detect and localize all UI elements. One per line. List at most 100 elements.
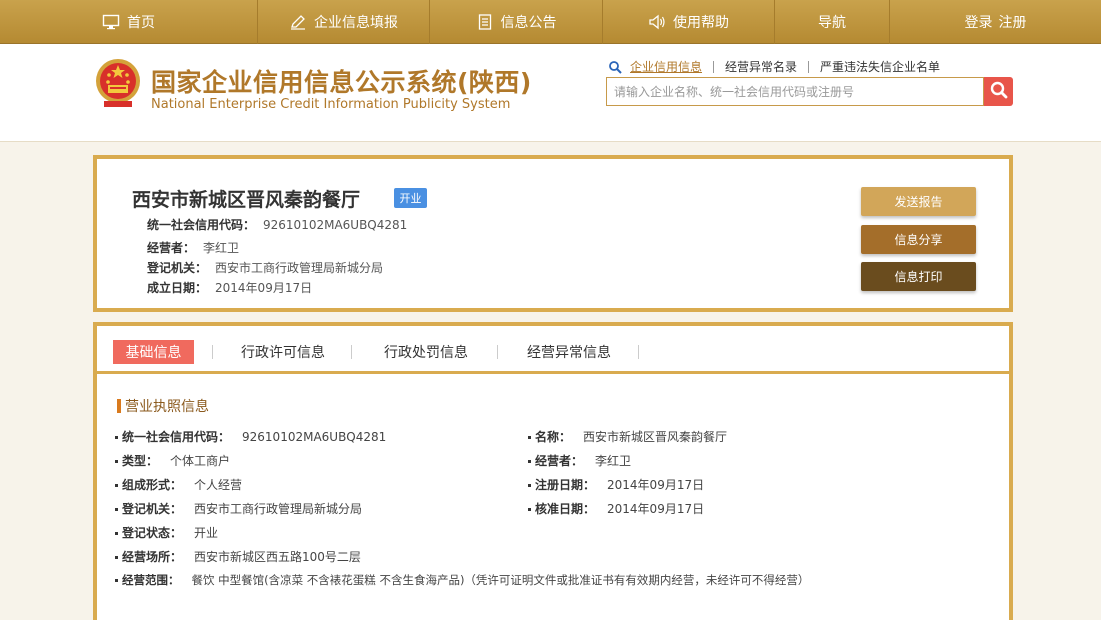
nav-item-home[interactable]: 首页	[0, 0, 258, 44]
field-label: 登记机关：	[122, 502, 183, 516]
enterprise-summary-card: 西安市新城区晋风秦韵餐厅 开业 统一社会信用代码： 92610102MA6UBQ4…	[93, 155, 1013, 312]
search-icon	[989, 80, 1009, 103]
tab-divider	[212, 345, 213, 359]
nav-item-label: 信息公告	[500, 15, 557, 31]
tab-divider	[638, 345, 639, 359]
site-subtitle: National Enterprise Credit Information P…	[151, 97, 511, 112]
enterprise-registration-authority: 登记机关： 西安市工商行政管理局新城分局	[147, 259, 383, 276]
field-value: 92610102MA6UBQ4281	[263, 218, 408, 232]
tab-basic-info[interactable]: 基础信息	[113, 340, 194, 364]
field-value: 西安市新城区晋风秦韵餐厅	[583, 430, 728, 444]
field-value: 西安市工商行政管理局新城分局	[194, 502, 363, 516]
login-link[interactable]: 登录	[965, 12, 993, 32]
bullet	[115, 579, 118, 582]
license-approval-date: 核准日期： 2014年09月17日	[528, 500, 704, 517]
section-marker	[117, 399, 121, 413]
document-icon	[476, 14, 494, 30]
license-type: 类型： 个体工商户	[115, 452, 230, 469]
tab-divider	[497, 345, 498, 359]
field-label: 登记机关：	[147, 261, 208, 275]
site-header: 国家企业信用信息公示系统(陕西) National Enterprise Cre…	[0, 44, 1101, 142]
field-label: 统一社会信用代码：	[122, 430, 231, 444]
field-label: 经营者：	[535, 454, 584, 468]
nav-item-help[interactable]: 使用帮助	[603, 0, 775, 44]
field-value: 2014年09月17日	[607, 478, 705, 492]
bullet	[115, 508, 118, 511]
field-label: 经营范围：	[122, 573, 180, 587]
print-info-button[interactable]: 信息打印	[861, 262, 976, 291]
search-button[interactable]	[984, 77, 1013, 106]
nav-login-area: 登录 注册	[890, 0, 1101, 44]
enterprise-established-date: 成立日期： 2014年09月17日	[147, 279, 312, 296]
tab-abnormal-operation[interactable]: 经营异常信息	[522, 340, 616, 364]
field-label: 类型：	[122, 454, 159, 468]
field-value: 2014年09月17日	[607, 502, 705, 516]
section-title-text: 营业执照信息	[125, 399, 209, 415]
license-registration-date: 注册日期： 2014年09月17日	[528, 476, 704, 493]
bullet	[528, 460, 531, 463]
nav-item-label: 首页	[127, 15, 155, 31]
field-label: 经营者：	[147, 241, 196, 255]
license-credit-code: 统一社会信用代码： 92610102MA6UBQ4281	[115, 428, 386, 445]
status-badge: 开业	[394, 188, 427, 208]
site-title: 国家企业信用信息公示系统(陕西)	[151, 68, 532, 97]
register-link[interactable]: 注册	[999, 12, 1027, 32]
bullet	[115, 484, 118, 487]
nav-item-label: 使用帮助	[673, 15, 729, 31]
monitor-icon	[102, 14, 120, 30]
nav-item-label: 企业信息填报	[314, 15, 398, 31]
field-value: 92610102MA6UBQ4281	[242, 430, 387, 444]
search-link-abnormal-list[interactable]: 经营异常名录	[714, 61, 810, 73]
field-label: 登记状态：	[122, 526, 183, 540]
field-label: 名称：	[535, 430, 572, 444]
top-nav: 首页 企业信息填报 信息公告 使用帮助 导航 登录 注册	[0, 0, 1101, 44]
search-icon	[608, 60, 622, 74]
pen-icon	[289, 14, 307, 30]
bullet	[528, 484, 531, 487]
speaker-icon	[648, 14, 666, 30]
enterprise-operator: 经营者： 李红卫	[147, 239, 239, 256]
field-value: 个人经营	[194, 478, 243, 492]
search-category-links: 企业信用信息 经营异常名录 严重违法失信企业名单	[608, 60, 951, 74]
enterprise-credit-code: 统一社会信用代码： 92610102MA6UBQ4281	[147, 216, 407, 233]
field-label: 经营场所：	[122, 550, 183, 564]
field-label: 组成形式：	[122, 478, 183, 492]
tab-divider	[351, 345, 352, 359]
field-label: 统一社会信用代码：	[147, 218, 256, 232]
field-label: 核准日期：	[535, 502, 596, 516]
search-link-credit-info[interactable]: 企业信用信息	[628, 61, 715, 73]
field-value: 餐饮 中型餐馆(含凉菜 不含裱花蛋糕 不含生食海产品)（凭许可证明文件或批准证书…	[191, 573, 810, 587]
field-value: 西安市新城区西五路100号二层	[194, 550, 361, 564]
national-emblem-icon	[93, 57, 143, 109]
field-value: 李红卫	[203, 241, 240, 255]
license-composition: 组成形式： 个人经营	[115, 476, 242, 493]
field-label: 注册日期：	[535, 478, 596, 492]
tab-admin-license[interactable]: 行政许可信息	[237, 340, 329, 364]
send-report-button[interactable]: 发送报告	[861, 187, 976, 216]
nav-item-label: 导航	[818, 15, 846, 31]
section-title: 营业执照信息	[117, 396, 209, 416]
license-business-scope: 经营范围： 餐饮 中型餐馆(含凉菜 不含裱花蛋糕 不含生食海产品)（凭许可证明文件…	[115, 572, 809, 588]
search-link-blacklist[interactable]: 严重违法失信企业名单	[809, 61, 951, 73]
detail-panel: 基础信息 行政许可信息 行政处罚信息 经营异常信息 营业执照信息 统一社会信用代…	[93, 322, 1013, 620]
search-input[interactable]	[607, 78, 983, 105]
bullet	[528, 436, 531, 439]
enterprise-name: 西安市新城区晋风秦韵餐厅	[132, 189, 361, 211]
license-operator: 经营者： 李红卫	[528, 452, 631, 469]
search-box	[606, 77, 984, 106]
nav-item-report[interactable]: 企业信息填报	[258, 0, 430, 44]
share-info-button[interactable]: 信息分享	[861, 225, 976, 254]
field-value: 李红卫	[595, 454, 632, 468]
nav-item-navigation[interactable]: 导航	[775, 0, 890, 44]
license-business-premises: 经营场所： 西安市新城区西五路100号二层	[115, 548, 361, 565]
bullet	[115, 436, 118, 439]
bullet	[115, 460, 118, 463]
nav-item-announcement[interactable]: 信息公告	[430, 0, 603, 44]
license-name: 名称： 西安市新城区晋风秦韵餐厅	[528, 428, 727, 445]
license-registration-authority: 登记机关： 西安市工商行政管理局新城分局	[115, 500, 362, 517]
field-value: 2014年09月17日	[215, 281, 313, 295]
bullet	[528, 508, 531, 511]
field-label: 成立日期：	[147, 281, 208, 295]
tab-admin-penalty[interactable]: 行政处罚信息	[379, 340, 473, 364]
field-value: 个体工商户	[170, 454, 231, 468]
